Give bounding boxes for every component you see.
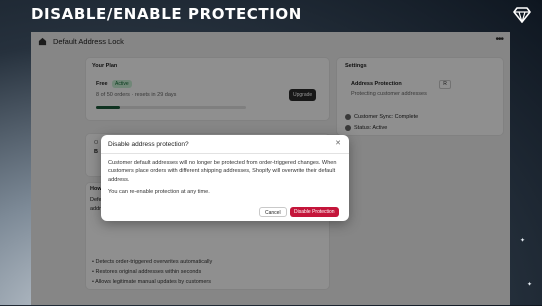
disable-protection-dialog: Disable address protection? ✕ Customer d… xyxy=(101,135,349,221)
cancel-button[interactable]: Cancel xyxy=(259,207,287,217)
app-window: Default Address Lock ••• Your Plan Free … xyxy=(31,32,510,305)
dialog-title: Disable address protection? xyxy=(108,141,189,148)
dialog-message: Customer default addresses will no longe… xyxy=(108,160,337,183)
diamond-logo-icon xyxy=(513,7,531,23)
dialog-header: Disable address protection? ✕ xyxy=(101,135,349,154)
sparkle-icon: ✦ xyxy=(520,238,526,244)
sparkle-icon: ✦ xyxy=(527,282,533,288)
hero-title: DISABLE/ENABLE PROTECTION xyxy=(31,5,302,23)
disable-protection-button[interactable]: Disable Protection xyxy=(290,207,339,217)
close-icon[interactable]: ✕ xyxy=(335,140,341,147)
dialog-note: You can re-enable protection at any time… xyxy=(108,189,210,196)
dialog-body: Customer default addresses will no longe… xyxy=(108,159,343,197)
